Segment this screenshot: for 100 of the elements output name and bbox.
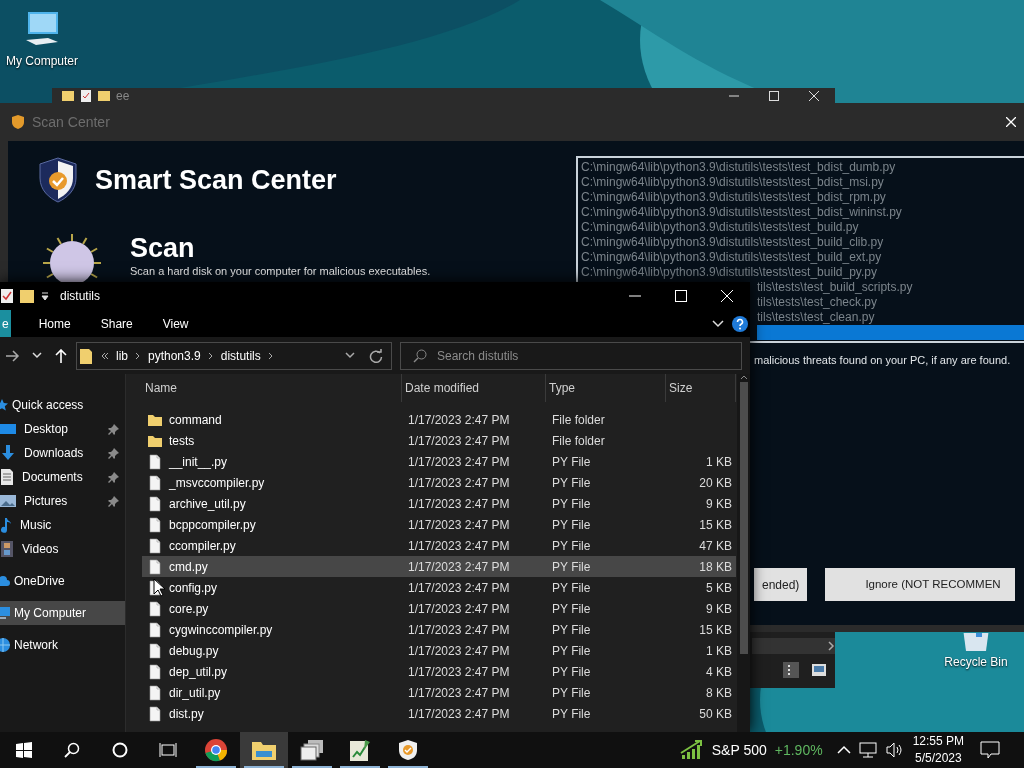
help-icon[interactable] bbox=[732, 315, 748, 332]
file-row[interactable]: cmd.py 1/17/2023 2:47 PM PY File 18 KB bbox=[142, 556, 736, 577]
chevron-down-icon[interactable] bbox=[32, 351, 42, 360]
size-cell-text: 20 KB bbox=[698, 474, 733, 492]
refresh-icon[interactable] bbox=[369, 348, 383, 363]
stock-chart-icon[interactable] bbox=[679, 739, 704, 761]
file-row[interactable]: _msvccompiler.py 1/17/2023 2:47 PM PY File 20 KB bbox=[142, 472, 736, 493]
circle-icon[interactable] bbox=[112, 742, 128, 758]
type-cell-text: File folder bbox=[551, 411, 606, 429]
nav-item[interactable]: Documents bbox=[0, 465, 125, 489]
action-button[interactable]: Ignore (NOT RECOMMEN bbox=[825, 568, 1016, 601]
file-row[interactable]: archive_util.py 1/17/2023 2:47 PM PY File 9 KB bbox=[142, 493, 736, 514]
stock-change[interactable]: +1.90% bbox=[774, 739, 823, 761]
search-icon[interactable] bbox=[64, 742, 80, 758]
ribbon-tab[interactable]: Share bbox=[98, 310, 135, 337]
music-note-icon bbox=[0, 517, 12, 533]
notification-icon[interactable] bbox=[980, 741, 1000, 759]
desktop-icon-label[interactable]: Recycle Bin bbox=[944, 653, 1008, 671]
result-row[interactable]: C:\mingw64\lib\python3.9\distutils\tests\test_bdist_dumb.py bbox=[579, 160, 1024, 175]
close-icon[interactable] bbox=[809, 91, 819, 101]
up-arrow-icon[interactable] bbox=[55, 348, 67, 363]
nav-item[interactable]: OneDrive bbox=[0, 569, 125, 593]
result-row[interactable]: C:\mingw64\lib\python3.9\distutils\tests\test_build_py.py bbox=[579, 265, 1024, 280]
nav-item[interactable]: Downloads bbox=[0, 441, 125, 465]
breadcrumb[interactable]: python3.9 bbox=[148, 346, 201, 365]
dropdown-icon[interactable] bbox=[40, 291, 50, 301]
file-row[interactable]: cygwinccompiler.py 1/17/2023 2:47 PM PY File 15 KB bbox=[142, 619, 736, 640]
nav-item[interactable]: My Computer bbox=[0, 601, 125, 625]
address-bar[interactable]: lib python3.9 distutils bbox=[76, 341, 392, 370]
action-button[interactable]: ended) bbox=[754, 568, 808, 601]
nav-item[interactable]: Desktop bbox=[0, 417, 125, 441]
size-cell-text: 9 KB bbox=[705, 600, 733, 618]
file-icon bbox=[147, 474, 163, 491]
file-row[interactable]: tests 1/17/2023 2:47 PM File folder bbox=[142, 430, 736, 451]
file-row[interactable]: dep_util.py 1/17/2023 2:47 PM PY File 4 KB bbox=[142, 661, 736, 682]
breadcrumb[interactable]: distutils bbox=[220, 346, 261, 365]
folder-icon[interactable] bbox=[20, 288, 34, 304]
scrollbar-thumb[interactable] bbox=[739, 382, 748, 654]
file-row[interactable]: command 1/17/2023 2:47 PM File folder bbox=[142, 409, 736, 430]
clock[interactable]: 12:55 PM 5/5/2023 bbox=[912, 733, 964, 767]
windows-logo-icon[interactable] bbox=[16, 742, 32, 758]
windows-stack-icon[interactable] bbox=[300, 739, 324, 761]
scrollbar[interactable] bbox=[737, 374, 750, 732]
nav-item[interactable]: Quick access bbox=[0, 393, 125, 417]
chrome-icon[interactable] bbox=[204, 738, 228, 762]
result-row[interactable]: C:\mingw64\lib\python3.9\distutils\tests\test_build_ext.py bbox=[579, 250, 1024, 265]
breadcrumb[interactable]: lib bbox=[116, 346, 128, 365]
chevron-down-icon[interactable] bbox=[345, 351, 355, 360]
result-row[interactable]: tils\tests\test_clean.py bbox=[757, 310, 1024, 325]
result-row[interactable]: C:\mingw64\lib\python3.9\distutils\tests\test_bdist_rpm.py bbox=[579, 190, 1024, 205]
column-header[interactable]: Name bbox=[142, 374, 402, 402]
maximize-icon[interactable] bbox=[769, 91, 779, 101]
file-name: dist.py bbox=[169, 705, 204, 723]
scrollbar[interactable] bbox=[752, 638, 835, 654]
network-icon[interactable] bbox=[858, 742, 877, 758]
shield-icon bbox=[12, 115, 24, 129]
desktop-icon-label[interactable]: My Computer bbox=[6, 52, 78, 70]
column-header[interactable]: Type bbox=[546, 374, 666, 402]
result-row[interactable]: C:\mingw64\lib\python3.9\distutils\tests\test_build_clib.py bbox=[579, 235, 1024, 250]
task-view-icon[interactable] bbox=[159, 742, 177, 758]
column-header[interactable]: Date modified bbox=[402, 374, 546, 402]
chevron-down-icon[interactable] bbox=[712, 319, 724, 328]
file-row[interactable]: ccompiler.py 1/17/2023 2:47 PM PY File 47 KB bbox=[142, 535, 736, 556]
ribbon-tab[interactable]: Home bbox=[36, 310, 73, 337]
details-view-icon[interactable] bbox=[783, 662, 799, 678]
chevron-right-icon[interactable] bbox=[827, 641, 835, 651]
shield-icon[interactable] bbox=[399, 740, 417, 760]
result-row[interactable]: tils\tests\test_check.py bbox=[757, 295, 1024, 310]
file-row[interactable]: debug.py 1/17/2023 2:47 PM PY File 1 KB bbox=[142, 640, 736, 661]
forward-icon[interactable] bbox=[6, 349, 20, 362]
folder-icon[interactable] bbox=[252, 740, 276, 760]
file-row[interactable]: dir_util.py 1/17/2023 2:47 PM PY File 8 KB bbox=[142, 682, 736, 703]
chart-document-icon[interactable] bbox=[349, 738, 371, 762]
thumbnail-view-icon[interactable] bbox=[812, 664, 826, 676]
file-name: dir_util.py bbox=[169, 684, 221, 702]
nav-item[interactable]: Music bbox=[0, 513, 125, 537]
result-row[interactable]: tils\tests\test_build_scripts.py bbox=[757, 280, 1024, 295]
result-row[interactable]: C:\mingw64\lib\python3.9\distutils\tests\test_build.py bbox=[579, 220, 1024, 235]
column-header[interactable]: Size bbox=[666, 374, 736, 402]
result-row[interactable]: C:\mingw64\lib\python3.9\distutils\tests\test_bdist_wininst.py bbox=[579, 205, 1024, 220]
file-row[interactable]: dist.py 1/17/2023 2:47 PM PY File 50 KB bbox=[142, 703, 736, 724]
ribbon-tab[interactable]: View bbox=[160, 310, 191, 337]
volume-icon[interactable] bbox=[884, 742, 903, 758]
size-cell-text: 9 KB bbox=[705, 495, 733, 513]
file-icon bbox=[147, 558, 163, 575]
search-field[interactable]: Search distutils bbox=[400, 341, 742, 370]
file-row[interactable]: __init__.py 1/17/2023 2:47 PM PY File 1 KB bbox=[142, 451, 736, 472]
stock-name[interactable]: S&P 500 bbox=[711, 739, 767, 761]
file-row[interactable]: bcppcompiler.py 1/17/2023 2:47 PM PY File 15 KB bbox=[142, 514, 736, 535]
chevron-up-icon[interactable] bbox=[836, 745, 851, 755]
date-cell-text: 1/17/2023 2:47 PM bbox=[407, 558, 511, 576]
nav-item[interactable]: Pictures bbox=[0, 489, 125, 513]
shield-icon bbox=[38, 157, 78, 203]
nav-item[interactable]: Network bbox=[0, 633, 125, 657]
nav-item[interactable]: Videos bbox=[0, 537, 125, 561]
checklist-icon[interactable] bbox=[0, 288, 14, 304]
window-title: Scan Center bbox=[32, 112, 110, 132]
file-row[interactable]: core.py 1/17/2023 2:47 PM PY File 9 KB bbox=[142, 598, 736, 619]
result-row[interactable]: C:\mingw64\lib\python3.9\distutils\tests\test_bdist_msi.py bbox=[579, 175, 1024, 190]
taskbar-button[interactable] bbox=[240, 732, 288, 768]
